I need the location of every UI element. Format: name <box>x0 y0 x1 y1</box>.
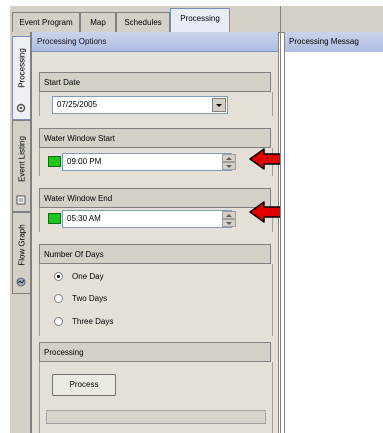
tab-label: Event Program <box>19 18 73 27</box>
list-icon <box>16 195 26 205</box>
tab-event-program[interactable]: Event Program <box>12 12 80 33</box>
processing-messages-pane: Processing Messag <box>280 6 383 433</box>
water-end-spinner[interactable] <box>222 211 236 227</box>
water-start-enabled-indicator[interactable] <box>48 156 61 167</box>
tab-label: Schedules <box>124 18 162 27</box>
dropdown-button[interactable] <box>212 98 226 112</box>
tab-label: Processing <box>180 14 220 23</box>
process-button[interactable]: Process <box>52 374 116 396</box>
spin-up-icon[interactable] <box>222 154 236 162</box>
tab-label: Map <box>90 18 106 27</box>
right-pane-toolbar <box>281 6 383 33</box>
start-date-combo[interactable]: 07/25/2005 <box>52 96 228 114</box>
side-tab-label: Flow Graph <box>17 224 26 266</box>
spin-up-icon[interactable] <box>222 211 236 219</box>
main-tab-bar: Event Program Map Schedules Processing <box>10 6 280 33</box>
side-tab-flow-graph[interactable]: Flow Graph <box>12 212 30 294</box>
water-window-start-label: Water Window Start <box>39 128 271 148</box>
radio-button[interactable] <box>54 272 63 281</box>
water-end-time-input[interactable]: 05:30 AM <box>62 210 232 228</box>
processing-progress-bar <box>46 410 266 424</box>
processing-messages-title: Processing Messag <box>285 32 383 52</box>
water-end-enabled-indicator[interactable] <box>48 213 61 224</box>
radio-label: Two Days <box>72 294 108 303</box>
number-of-days-label: Number Of Days <box>39 244 271 264</box>
side-tab-bar: Processing Event Listing Flow Graph <box>10 32 31 433</box>
gear-icon <box>16 103 26 113</box>
tab-processing[interactable]: Processing <box>170 8 230 33</box>
start-date-label: Start Date <box>39 72 271 92</box>
panel-title: Processing Options <box>32 32 278 52</box>
side-tab-label: Event Listing <box>17 135 26 182</box>
graph-icon <box>16 277 26 287</box>
app-window: Event Program Map Schedules Processing P… <box>0 0 383 433</box>
water-window-end-label: Water Window End <box>39 188 271 208</box>
water-start-time-input[interactable]: 09:00 PM <box>62 153 232 171</box>
radio-label: One Day <box>72 272 104 281</box>
radio-button[interactable] <box>54 294 63 303</box>
radio-label: Three Days <box>72 317 114 326</box>
side-tab-processing[interactable]: Processing <box>12 36 30 120</box>
pane-divider[interactable] <box>284 32 285 433</box>
water-start-spinner[interactable] <box>222 154 236 170</box>
side-tab-label: Processing <box>17 48 26 88</box>
side-tab-event-listing[interactable]: Event Listing <box>12 120 30 212</box>
processing-section-label: Processing <box>39 342 271 362</box>
spin-down-icon[interactable] <box>222 219 236 227</box>
tab-map[interactable]: Map <box>80 12 116 33</box>
tab-schedules[interactable]: Schedules <box>116 12 170 33</box>
spin-down-icon[interactable] <box>222 162 236 170</box>
radio-button[interactable] <box>54 317 63 326</box>
processing-options-panel: Processing Options Start Date 07/25/2005… <box>31 32 279 433</box>
start-date-value: 07/25/2005 <box>57 100 98 109</box>
water-end-time-value: 05:30 AM <box>67 214 101 223</box>
water-start-time-value: 09:00 PM <box>67 157 102 166</box>
